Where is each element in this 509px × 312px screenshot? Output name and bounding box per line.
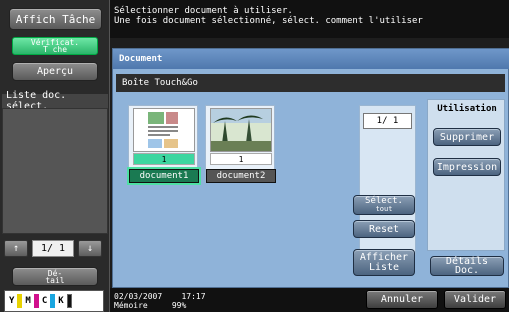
- document-thumbnail-2: [210, 108, 272, 152]
- left-panel: Affich Tâche Vérificat. T che Aperçu Lis…: [0, 0, 110, 312]
- afficher-line2: Liste: [368, 261, 400, 273]
- toner-m-label: M: [25, 296, 31, 306]
- instruction-message: Sélectionner document à utiliser. Une fo…: [110, 0, 509, 38]
- document-name-2[interactable]: document2: [206, 169, 276, 183]
- utilisation-panel: Utilisation Supprimer Impression: [427, 99, 505, 251]
- liste-doc-select-header: Liste doc. sélect.: [2, 90, 108, 112]
- selected-docs-list: [2, 108, 108, 234]
- status-bar: 02/03/2007 17:17 Mémoire 99% Annuler Val…: [110, 288, 509, 312]
- status-time: 17:17: [181, 292, 206, 301]
- document-pages-1: 1: [133, 153, 195, 165]
- instruction-line1: Sélectionner document à utiliser.: [114, 6, 293, 16]
- toner-m-bar: [33, 294, 39, 308]
- afficher-line1: Afficher: [359, 251, 409, 263]
- page-indicator-value: 1/ 1: [363, 113, 412, 129]
- detail-button[interactable]: Dé- tail: [12, 267, 98, 286]
- document-card-1[interactable]: 1 document1: [127, 105, 201, 185]
- document-pages-2: 1: [210, 153, 272, 165]
- status-date: 02/03/2007: [114, 292, 163, 301]
- pager-indicator: 1/ 1: [32, 240, 74, 257]
- date-time-status: 02/03/2007 17:17 Mémoire 99%: [114, 292, 206, 310]
- impression-button[interactable]: Impression: [433, 158, 501, 176]
- memory-label: Mémoire: [114, 301, 148, 310]
- verificat-line2: T che: [42, 45, 68, 54]
- annuler-button[interactable]: Annuler: [366, 290, 438, 309]
- valider-button[interactable]: Valider: [444, 290, 506, 309]
- toner-c-bar: [50, 294, 56, 308]
- affich-tache-button[interactable]: Affich Tâche: [9, 8, 102, 30]
- supprimer-button[interactable]: Supprimer: [433, 128, 501, 146]
- memory-value: 99%: [171, 301, 187, 310]
- toner-level-indicator: Y M C K: [4, 290, 104, 312]
- reset-button[interactable]: Reset: [353, 220, 415, 238]
- toner-k-bar: [66, 294, 72, 308]
- select-all-line2: tout: [375, 205, 393, 213]
- toner-y-label: Y: [9, 296, 15, 306]
- pager-up-button[interactable]: ↑: [4, 240, 28, 257]
- toner-y-bar: [17, 294, 23, 308]
- detail-line2: tail: [45, 275, 65, 285]
- details-doc-button[interactable]: Détails Doc.: [430, 256, 504, 276]
- afficher-liste-button[interactable]: Afficher Liste: [353, 249, 415, 276]
- instruction-line2: Une fois document sélectionné, sélect. c…: [114, 16, 423, 26]
- verificat-tache-button[interactable]: Vérificat. T che: [12, 37, 98, 55]
- utilisation-title: Utilisation: [437, 104, 497, 114]
- document-card-2[interactable]: 1 document2: [205, 105, 276, 183]
- box-name-bar: Boîte Touch&Go: [116, 74, 505, 92]
- select-all-button[interactable]: Sélect. tout: [353, 195, 415, 215]
- toner-c-label: C: [41, 296, 48, 306]
- document-window: Document Boîte Touch&Go 1 document1 1 do…: [112, 48, 509, 288]
- window-title: Document: [113, 49, 509, 69]
- apercu-button[interactable]: Aperçu: [12, 62, 98, 81]
- toner-k-label: K: [58, 296, 64, 306]
- document-name-1[interactable]: document1: [127, 167, 201, 185]
- pager-down-button[interactable]: ↓: [78, 240, 102, 257]
- document-thumbnail-1: [133, 108, 195, 152]
